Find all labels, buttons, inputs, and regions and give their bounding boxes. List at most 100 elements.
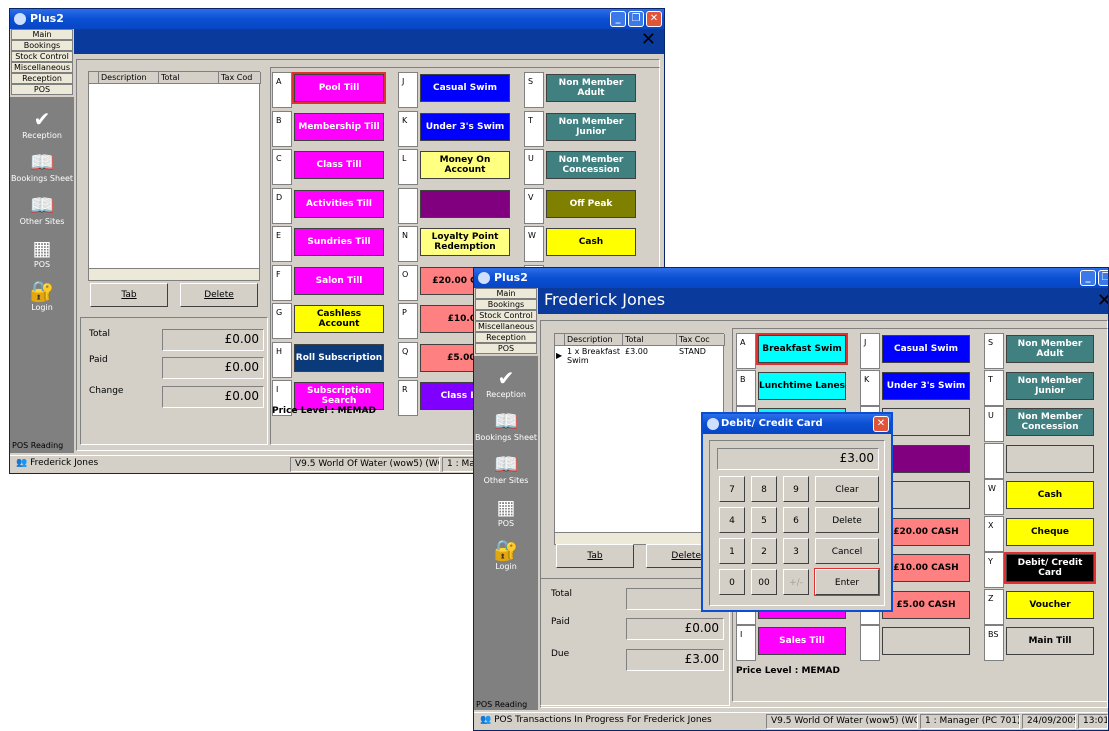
dialog-titlebar[interactable]: Debit/ Credit Card ✕ (703, 414, 891, 434)
product-tile-button[interactable]: £20.00 CASH (882, 517, 970, 546)
product-tile-button[interactable]: Voucher (1006, 590, 1094, 619)
dock-item-other-sites[interactable]: 📖 Other Sites (10, 193, 74, 226)
front-close-icon[interactable]: ✕ (1097, 290, 1108, 311)
product-tile-button[interactable]: Main Till (1006, 627, 1094, 655)
nav-tab-bookings[interactable]: Bookings (475, 299, 537, 310)
product-tile-button[interactable]: Membership Till (294, 112, 384, 141)
product-tile-button[interactable]: Activities Till (294, 189, 384, 218)
keypad-0-button[interactable]: 0 (719, 569, 745, 595)
nav-tab-stock-control[interactable]: Stock Control (11, 51, 73, 62)
keypad-9-button[interactable]: 9 (783, 476, 809, 502)
keypad-1-button[interactable]: 1 (719, 538, 745, 564)
col-header[interactable]: Total (159, 72, 219, 84)
nav-tab-bookings[interactable]: Bookings (11, 40, 73, 51)
product-tile-button[interactable]: Cashless Account (294, 305, 384, 333)
nav-tab-pos[interactable]: POS (11, 84, 73, 95)
product-tile-button[interactable]: Cash (546, 228, 636, 256)
dock-item-login[interactable]: 🔐 Login (10, 279, 74, 312)
nav-tab-pos[interactable]: POS (475, 343, 537, 354)
minimize-icon[interactable]: _ (610, 11, 626, 27)
product-tile-button[interactable]: Non Member Concession (1006, 408, 1094, 436)
product-tile-button[interactable]: Casual Swim (420, 74, 510, 102)
nav-tab-main[interactable]: Main (475, 288, 537, 299)
product-tile-button[interactable]: Off Peak (546, 189, 636, 218)
nav-tab-miscellaneous[interactable]: Miscellaneous (11, 62, 73, 73)
front-order-grid[interactable]: Description Total Tax Coc ▶ 1 x Breakfas… (554, 333, 725, 545)
enter-button[interactable]: Enter (814, 568, 880, 596)
keypad-8-button[interactable]: 8 (751, 476, 777, 502)
product-tile-button[interactable]: Salon Till (294, 266, 384, 295)
product-tile-button[interactable]: Non Member Junior (546, 112, 636, 141)
nav-tab-main[interactable]: Main (11, 29, 73, 40)
keypad-00-button[interactable]: 00 (751, 569, 777, 595)
tab-button[interactable]: Tab (90, 283, 168, 307)
product-tile-button[interactable]: Pool Till (292, 72, 386, 104)
dock-item-bookings-sheet[interactable]: 📖 Bookings Sheet (10, 150, 74, 183)
keypad-4-button[interactable]: 4 (719, 507, 745, 533)
product-tile-button[interactable]: Cheque (1006, 517, 1094, 546)
keypad-7-button[interactable]: 7 (719, 476, 745, 502)
product-tile-button[interactable]: Sundries Till (294, 228, 384, 256)
product-tile-button[interactable]: Under 3's Swim (420, 112, 510, 141)
dock-item-other-sites[interactable]: 📖 Other Sites (474, 452, 538, 485)
close-icon[interactable]: ✕ (646, 11, 662, 27)
product-tile-button[interactable] (882, 408, 970, 436)
dock-item-pos[interactable]: ▦ POS (10, 236, 74, 269)
tab-button[interactable]: Tab (556, 544, 634, 568)
product-tile-button[interactable]: £10.00 CASH (882, 554, 970, 582)
nav-tab-reception[interactable]: Reception (11, 73, 73, 84)
nav-tab-reception[interactable]: Reception (475, 332, 537, 343)
col-header[interactable]: Tax Cod (219, 72, 261, 84)
keypad-2-button[interactable]: 2 (751, 538, 777, 564)
product-tile-button[interactable]: Casual Swim (882, 335, 970, 363)
dock-item-bookings-sheet[interactable]: 📖 Bookings Sheet (474, 409, 538, 442)
col-header[interactable]: Description (565, 334, 623, 346)
dialog-close-icon[interactable]: ✕ (873, 416, 889, 432)
col-header[interactable]: Description (99, 72, 159, 84)
product-tile-button[interactable]: Cash (1006, 481, 1094, 509)
product-tile-button[interactable] (1006, 444, 1094, 473)
keypad-5-button[interactable]: 5 (751, 507, 777, 533)
keypad-6-button[interactable]: 6 (783, 507, 809, 533)
back-order-grid[interactable]: Description Total Tax Cod (88, 71, 261, 281)
product-tile-button[interactable]: Under 3's Swim (882, 371, 970, 400)
horizontal-scrollbar[interactable] (555, 532, 723, 544)
delete-button[interactable]: Delete (180, 283, 258, 307)
product-tile-button[interactable] (420, 189, 510, 218)
product-tile-button[interactable]: £5.00 CASH (882, 590, 970, 619)
product-tile-button[interactable]: Non Member Adult (546, 74, 636, 102)
product-tile-button[interactable]: Money On Account (420, 151, 510, 179)
delete-button[interactable]: Delete (815, 507, 879, 533)
cancel-button[interactable]: Cancel (815, 538, 879, 564)
product-tile-button[interactable]: Loyalty Point Redemption (420, 228, 510, 256)
nav-tab-miscellaneous[interactable]: Miscellaneous (475, 321, 537, 332)
back-titlebar[interactable]: Plus2 _ ❐ ✕ (10, 9, 664, 29)
dock-item-reception[interactable]: ✔ Reception (474, 366, 538, 399)
clear-button[interactable]: Clear (815, 476, 879, 502)
col-header[interactable]: Total (623, 334, 677, 346)
front-titlebar[interactable]: Plus2 _ ❐ (474, 268, 1108, 288)
delete-button[interactable]: Delete (646, 544, 708, 568)
product-tile-button[interactable]: Debit/ Credit Card (1004, 552, 1096, 584)
product-tile-button[interactable]: Non Member Junior (1006, 371, 1094, 400)
product-tile-button[interactable]: Sales Till (758, 627, 846, 655)
dock-item-reception[interactable]: ✔ Reception (10, 107, 74, 140)
minimize-icon[interactable]: _ (1080, 270, 1096, 286)
nav-tab-stock-control[interactable]: Stock Control (475, 310, 537, 321)
product-tile-button[interactable]: Class Till (294, 151, 384, 179)
col-header[interactable]: Tax Coc (677, 334, 725, 346)
product-tile-button[interactable]: Non Member Adult (1006, 335, 1094, 363)
dock-item-login[interactable]: 🔐 Login (474, 538, 538, 571)
table-row[interactable]: ▶ 1 x Breakfast Swim £3.00 STAND (555, 346, 725, 368)
product-tile-button[interactable] (882, 444, 970, 473)
product-tile-button[interactable] (882, 481, 970, 509)
product-tile-button[interactable] (882, 627, 970, 655)
restore-icon[interactable]: ❐ (1098, 270, 1108, 286)
horizontal-scrollbar[interactable] (89, 268, 259, 280)
restore-icon[interactable]: ❐ (628, 11, 644, 27)
product-tile-button[interactable]: Non Member Concession (546, 151, 636, 179)
product-tile-button[interactable]: Breakfast Swim (756, 333, 848, 365)
product-tile-button[interactable]: Roll Subscription (294, 343, 384, 372)
back-close-icon[interactable]: ✕ (641, 29, 656, 50)
keypad-3-button[interactable]: 3 (783, 538, 809, 564)
